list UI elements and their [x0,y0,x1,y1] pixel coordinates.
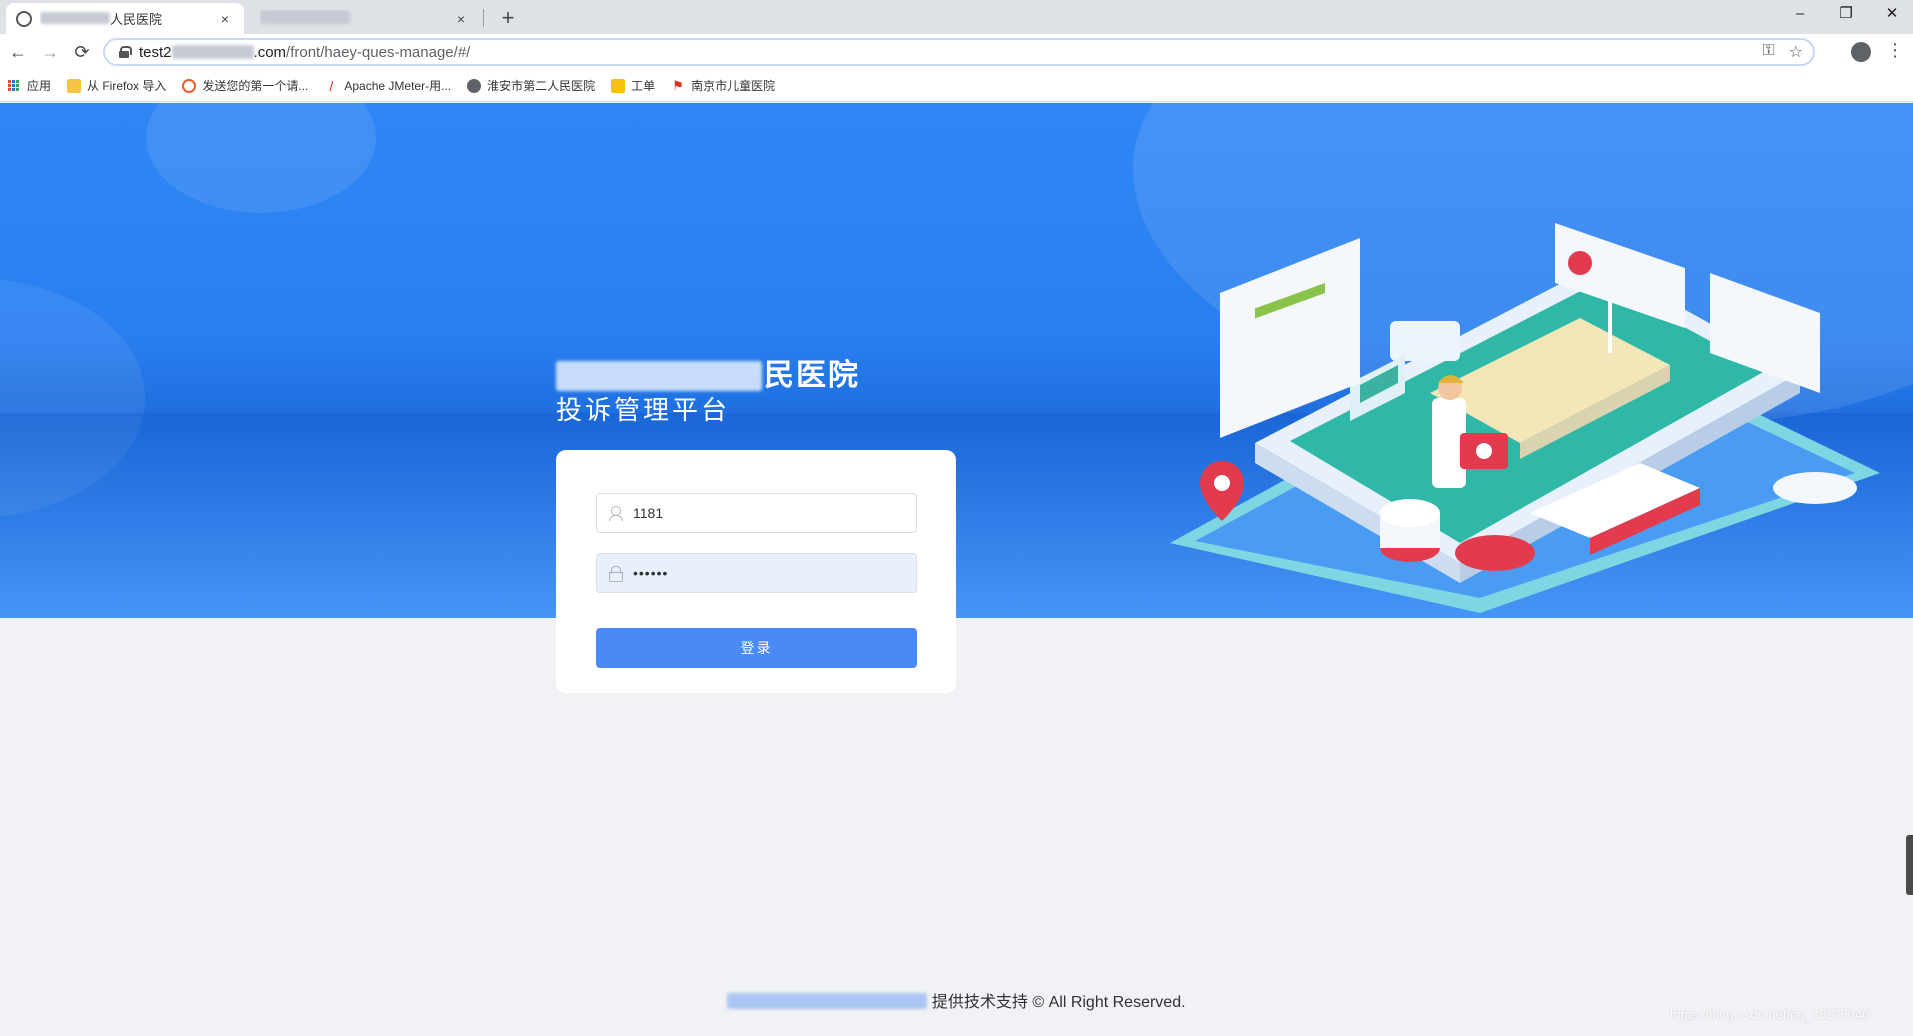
decor-circle [146,103,376,213]
bookmark-jmeter[interactable]: / Apache JMeter-用... [324,77,451,94]
redacted-text [40,12,110,24]
user-icon [608,506,623,521]
scroll-handle[interactable] [1906,835,1913,895]
tab-title: 人民医院 [40,9,216,28]
pill-icon [1568,251,1592,275]
reload-button[interactable]: ⟳ [70,40,94,64]
footer: 提供技术支持 © All Right Reserved. [0,988,1913,1012]
tab-inactive[interactable]: × [250,3,480,34]
feather-icon: / [329,77,334,94]
ticket-icon [611,78,626,93]
globe-icon [467,78,482,93]
profile-avatar[interactable] [1851,42,1871,62]
forward-button[interactable]: → [38,40,62,64]
tab-title [260,10,452,27]
hospital-name: 民医院 [556,350,860,394]
tab-separator [483,9,484,27]
redacted-text [171,45,254,59]
globe-icon [16,10,32,27]
hospital-illustration [1170,223,1880,613]
lock-icon [608,566,623,582]
username-input[interactable] [633,505,903,521]
apps-icon [8,80,19,91]
bookmark-ticket[interactable]: 工单 [611,77,655,94]
tab-close-button[interactable]: × [216,11,234,27]
login-card: •••••• 登录 [556,450,956,693]
omnibox-actions: ⚿ ☆ [1762,42,1803,62]
menu-icon[interactable]: ⋮ [1886,40,1904,61]
minimize-button[interactable]: – [1777,0,1823,30]
footer-text: 提供技术支持 © All Right Reserved. [931,994,1186,1011]
redacted-text [556,361,762,391]
star-icon[interactable]: ☆ [1789,42,1803,62]
pill-tablet [1455,535,1535,571]
watermark: https://blog.csdn.net/qq_38175040 [1670,1007,1870,1022]
hero-banner: 民医院 投诉管理平台 [0,103,1913,618]
flag-icon: ⚑ [672,77,684,93]
pill-tablet [1773,472,1857,504]
first-aid-cross [1476,443,1492,459]
browser-toolbar: ← → ⟳ test2 .com /front/haey-ques-manage… [0,34,1913,70]
login-button[interactable]: 登录 [596,628,917,668]
url-host-prefix: test2 [139,43,172,61]
bed-headboard [1390,321,1460,361]
address-bar[interactable]: test2 .com /front/haey-ques-manage/#/ ⚿ … [103,38,1815,66]
bookmark-nanjing-children-hospital[interactable]: ⚑ 南京市儿童医院 [671,77,775,94]
login-page: 民医院 投诉管理平台 1181 •••••• 登录 提供技术支持 © All R… [0,103,1913,1036]
tab-bar: 人民医院 × × + – ❐ ✕ [0,0,1913,34]
password-field[interactable]: •••••• [596,553,917,593]
location-pin-dot [1214,475,1230,491]
url-host-suffix: .com [253,43,287,61]
bookmark-firefox-import[interactable]: 从 Firefox 导入 [67,77,166,94]
tab-active[interactable]: 人民医院 × [6,3,244,34]
url-path: /front/haey-ques-manage/#/ [286,43,471,61]
platform-subtitle: 投诉管理平台 [556,395,731,425]
username-field[interactable] [596,493,917,533]
tab-close-button[interactable]: × [452,11,470,27]
close-window-button[interactable]: ✕ [1869,0,1913,30]
lock-icon [119,46,132,58]
redacted-text [727,993,928,1009]
bookmark-postman[interactable]: 发送您的第一个请... [182,77,308,94]
bookmark-huaian-hospital[interactable]: 淮安市第二人民医院 [467,77,595,94]
restore-button[interactable]: ❐ [1823,0,1869,30]
redacted-text [260,10,350,24]
bookmark-apps[interactable]: 应用 [8,77,51,94]
pill-bottle-cap [1380,499,1440,527]
password-input[interactable]: •••••• [633,565,903,581]
back-button[interactable]: ← [6,40,30,64]
key-icon[interactable]: ⚿ [1762,42,1774,62]
folder-icon [67,78,82,93]
postman-icon [182,78,197,93]
bookmarks-bar: 应用 从 Firefox 导入 发送您的第一个请... / Apache JMe… [0,70,1913,102]
new-tab-button[interactable]: + [494,4,522,32]
